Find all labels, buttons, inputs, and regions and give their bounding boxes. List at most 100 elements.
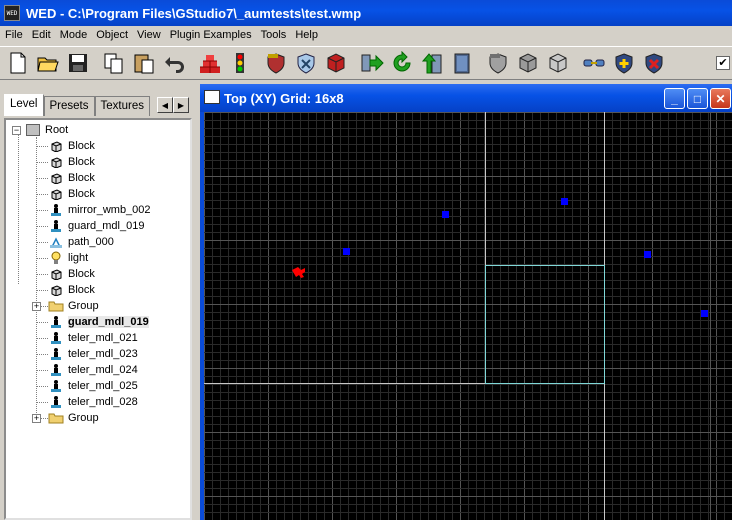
door-icon[interactable]	[448, 49, 476, 77]
traffic-light-icon[interactable]	[226, 49, 254, 77]
viewport-titlebar[interactable]: Top (XY) Grid: 16x8 _ □ ✕	[200, 84, 732, 112]
tree-item-label: Block	[68, 172, 95, 184]
tree-item[interactable]: guard_mdl_019	[48, 314, 149, 330]
block-icon	[48, 266, 64, 282]
undo-icon[interactable]	[160, 49, 188, 77]
collapse-icon[interactable]: −	[12, 125, 21, 135]
entity-icon	[48, 202, 64, 218]
grid-svg[interactable]	[204, 112, 732, 520]
close-icon: ✕	[715, 91, 726, 106]
tree-item-label: teler_mdl_028	[68, 396, 138, 408]
red-cube-icon[interactable]	[322, 49, 350, 77]
tree-item-label: teler_mdl_024	[68, 364, 138, 376]
tab-presets[interactable]: Presets	[43, 96, 95, 116]
tab-textures[interactable]: Textures	[94, 96, 150, 116]
block-icon	[48, 186, 64, 202]
tab-scroll-right-icon[interactable]: ▶	[173, 97, 189, 113]
minimize-button[interactable]: _	[664, 88, 685, 109]
tree-item-label: teler_mdl_025	[68, 380, 138, 392]
scale-icon[interactable]	[418, 49, 446, 77]
tree-item[interactable]: teler_mdl_025	[48, 378, 138, 394]
link-icon[interactable]	[580, 49, 608, 77]
level-tree[interactable]: − Root Block Block Block Block mirror_wmb_00…	[4, 118, 192, 520]
entity-icon	[48, 346, 64, 362]
gray-shield-icon[interactable]	[484, 49, 512, 77]
tree-root[interactable]: − Root	[12, 122, 68, 138]
remove-shield-icon[interactable]	[640, 49, 668, 77]
top-view-canvas[interactable]	[204, 112, 732, 520]
tab-scroll-buttons: ◀ ▶	[157, 97, 189, 113]
entity-icon	[48, 330, 64, 346]
viewport-window[interactable]: Top (XY) Grid: 16x8 _ □ ✕	[200, 84, 732, 520]
menu-file[interactable]: File	[2, 29, 29, 41]
tree-item[interactable]: Group	[48, 298, 99, 314]
tree-item[interactable]: path_000	[48, 234, 114, 250]
close-button[interactable]: ✕	[710, 88, 731, 109]
tree-item-label: Group	[68, 300, 99, 312]
tree-item[interactable]: mirror_wmb_002	[48, 202, 151, 218]
gray-cube-icon[interactable]	[514, 49, 542, 77]
white-cube-icon[interactable]	[544, 49, 572, 77]
menu-help[interactable]: Help	[292, 29, 324, 41]
window-titlebar[interactable]: WED WED - C:\Program Files\GStudio7\_aum…	[0, 0, 732, 26]
block-icon	[48, 154, 64, 170]
entity-icon	[48, 378, 64, 394]
app-icon: WED	[4, 5, 20, 21]
add-shield-icon[interactable]	[610, 49, 638, 77]
tree-item[interactable]: Group	[48, 410, 99, 426]
tree-item-label: teler_mdl_021	[68, 332, 138, 344]
new-file-icon[interactable]	[4, 49, 32, 77]
expand-icon[interactable]: +	[32, 302, 41, 311]
tab-scroll-left-icon[interactable]: ◀	[157, 97, 173, 113]
tree-item[interactable]: teler_mdl_021	[48, 330, 138, 346]
maximize-button[interactable]: □	[687, 88, 708, 109]
save-icon[interactable]	[64, 49, 92, 77]
entity-marker	[561, 198, 568, 205]
entity-icon	[48, 394, 64, 410]
tree-item[interactable]: guard_mdl_019	[48, 218, 144, 234]
tree-item-label: path_000	[68, 236, 114, 248]
folder-icon	[48, 410, 64, 426]
shield-x-icon[interactable]	[292, 49, 320, 77]
minimize-icon: _	[671, 91, 678, 106]
light-bulb-icon	[48, 250, 64, 266]
menu-tools[interactable]: Tools	[258, 29, 293, 41]
tree-item-label: mirror_wmb_002	[68, 204, 151, 216]
viewport-title: Top (XY) Grid: 16x8	[224, 90, 344, 106]
entity-icon	[48, 314, 64, 330]
expand-icon[interactable]: +	[32, 414, 41, 423]
hammer-shield-icon[interactable]	[262, 49, 290, 77]
tree-item[interactable]: Block	[48, 154, 95, 170]
menu-mode[interactable]: Mode	[57, 29, 94, 41]
rotate-icon[interactable]	[388, 49, 416, 77]
copy-icon[interactable]	[100, 49, 128, 77]
project-panel: Level Presets Textures ◀ ▶ − Root Block B…	[0, 82, 198, 520]
tree-item[interactable]: teler_mdl_024	[48, 362, 138, 378]
menu-bar: File Edit Mode Object View Plugin Exampl…	[0, 26, 732, 44]
tab-level[interactable]: Level	[4, 94, 44, 116]
tree-item[interactable]: teler_mdl_028	[48, 394, 138, 410]
tree-item-label: Group	[68, 412, 99, 424]
menu-view[interactable]: View	[134, 29, 167, 41]
paste-icon[interactable]	[130, 49, 158, 77]
menu-plugin-examples[interactable]: Plugin Examples	[167, 29, 258, 41]
tree-item[interactable]: light	[48, 250, 88, 266]
path-icon	[48, 234, 64, 250]
menu-edit[interactable]: Edit	[29, 29, 57, 41]
tree-item[interactable]: teler_mdl_023	[48, 346, 138, 362]
tree-item-label: Block	[68, 188, 95, 200]
tree-item-label: Block	[68, 156, 95, 168]
tree-item[interactable]: Block	[48, 186, 95, 202]
tree-item[interactable]: Block	[48, 266, 95, 282]
move-icon[interactable]	[358, 49, 386, 77]
entity-marker	[701, 310, 708, 317]
toolbar: ✔	[0, 46, 732, 80]
menu-object[interactable]: Object	[93, 29, 134, 41]
tree-item[interactable]: Block	[48, 282, 95, 298]
tree-item[interactable]: Block	[48, 138, 95, 154]
tree-item-label: Block	[68, 268, 95, 280]
bricks-icon[interactable]	[196, 49, 224, 77]
open-folder-icon[interactable]	[34, 49, 62, 77]
toolbar-checkbox[interactable]: ✔	[716, 56, 730, 70]
tree-item[interactable]: Block	[48, 170, 95, 186]
